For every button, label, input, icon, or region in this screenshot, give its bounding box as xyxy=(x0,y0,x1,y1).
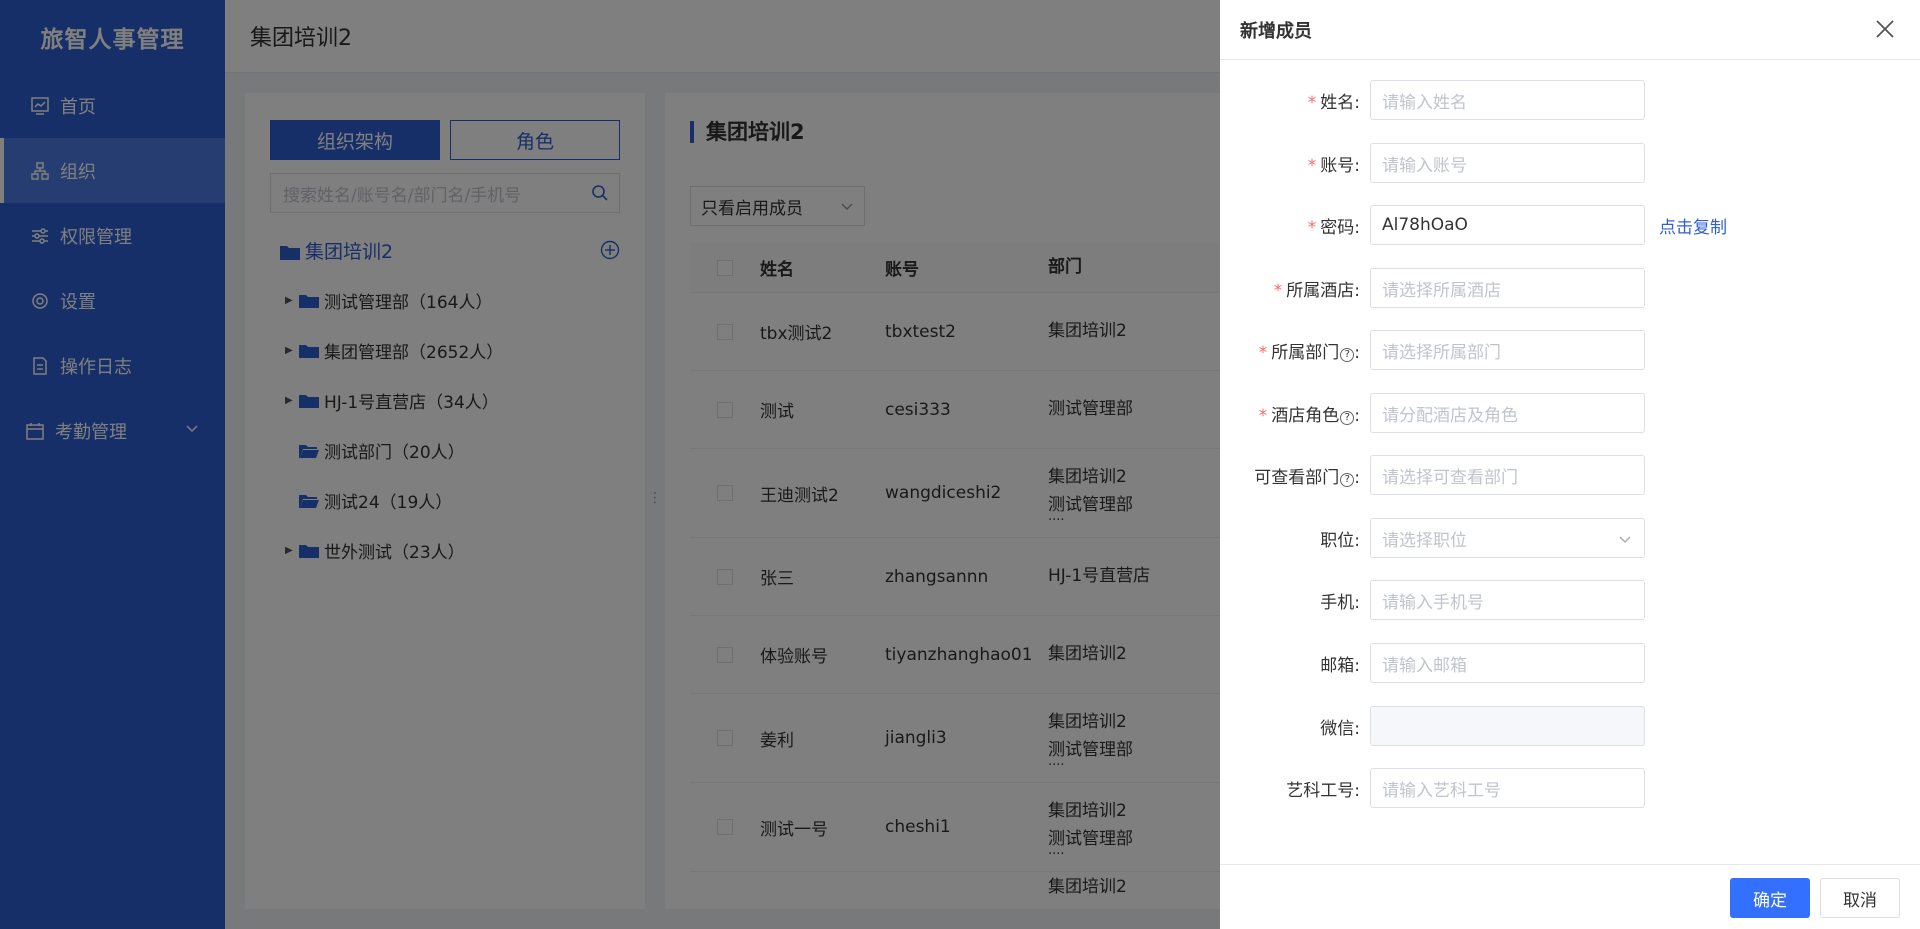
field-label: 可查看部门 xyxy=(1254,467,1340,488)
form-row-account: * 账号: 请输入账号 xyxy=(1220,143,1920,183)
required-mark: * xyxy=(1307,217,1317,238)
required-mark: * xyxy=(1258,342,1268,363)
input-placeholder: 请选择所属酒店 xyxy=(1382,280,1501,301)
input-placeholder: 请选择所属部门 xyxy=(1382,342,1501,363)
form-row-hotel: * 所属酒店: 请选择所属酒店 xyxy=(1220,268,1920,308)
form-row-phone: 手机: 请输入手机号 xyxy=(1220,580,1920,620)
account-input[interactable]: 请输入账号 xyxy=(1370,143,1645,183)
field-label: 手机: xyxy=(1320,592,1360,613)
yike-id-input[interactable]: 请输入艺科工号 xyxy=(1370,768,1645,808)
position-select[interactable]: 请选择职位 xyxy=(1370,518,1645,558)
form-row-password: * 密码: Al78hOaO 点击复制 xyxy=(1220,205,1920,245)
field-label: 所属部门 xyxy=(1271,342,1340,363)
input-value: Al78hOaO xyxy=(1382,215,1468,235)
chevron-down-icon xyxy=(1618,532,1632,552)
form-row-name: * 姓名: 请输入姓名 xyxy=(1220,80,1920,120)
drawer-title: 新增成员 xyxy=(1220,0,1920,60)
name-input[interactable]: 请输入姓名 xyxy=(1370,80,1645,120)
phone-input[interactable]: 请输入手机号 xyxy=(1370,580,1645,620)
input-placeholder: 请输入邮箱 xyxy=(1382,655,1467,676)
form-row-yike: 艺科工号: 请输入艺科工号 xyxy=(1220,768,1920,808)
input-placeholder: 请选择职位 xyxy=(1382,530,1467,551)
add-member-drawer: 新增成员 * 姓名: 请输入姓名 * 账号: 请输入账号 * 密码: Al78hOaO… xyxy=(1220,0,1920,929)
hotel-select[interactable]: 请选择所属酒店 xyxy=(1370,268,1645,308)
field-label: 微信: xyxy=(1320,718,1360,739)
close-icon[interactable] xyxy=(1874,18,1896,40)
form-row-email: 邮箱: 请输入邮箱 xyxy=(1220,643,1920,683)
input-placeholder: 请输入账号 xyxy=(1382,155,1467,176)
field-label: 职位: xyxy=(1320,530,1360,551)
required-mark: * xyxy=(1307,155,1317,176)
field-label: 邮箱: xyxy=(1320,655,1360,676)
hotel-role-select[interactable]: 请分配酒店及角色 xyxy=(1370,393,1645,433)
copy-password-link[interactable]: 点击复制 xyxy=(1659,213,1727,238)
dept-select[interactable]: 请选择所属部门 xyxy=(1370,330,1645,370)
input-placeholder: 请分配酒店及角色 xyxy=(1382,405,1518,426)
form-row-role: * 酒店角色?: 请分配酒店及角色 xyxy=(1220,393,1920,433)
input-placeholder: 请选择可查看部门 xyxy=(1382,467,1518,488)
form-row-wechat: 微信: xyxy=(1220,706,1920,746)
drawer-footer: 确定 取消 xyxy=(1220,864,1920,929)
field-label: 艺科工号: xyxy=(1286,780,1360,801)
required-mark: * xyxy=(1273,280,1283,301)
help-icon[interactable]: ? xyxy=(1340,410,1355,425)
field-label: 酒店角色 xyxy=(1271,405,1340,426)
email-input[interactable]: 请输入邮箱 xyxy=(1370,643,1645,683)
required-mark: * xyxy=(1258,405,1268,426)
viewable-dept-select[interactable]: 请选择可查看部门 xyxy=(1370,455,1645,495)
help-icon[interactable]: ? xyxy=(1340,472,1355,487)
field-label: 账号: xyxy=(1320,155,1360,176)
input-placeholder: 请输入艺科工号 xyxy=(1382,780,1501,801)
required-mark: * xyxy=(1307,92,1317,113)
form-row-viewdept: 可查看部门?: 请选择可查看部门 xyxy=(1220,455,1920,495)
input-placeholder: 请输入姓名 xyxy=(1382,92,1467,113)
input-placeholder: 请输入手机号 xyxy=(1382,592,1484,613)
field-label: 姓名: xyxy=(1320,92,1360,113)
cancel-button[interactable]: 取消 xyxy=(1820,878,1900,918)
password-input[interactable]: Al78hOaO xyxy=(1370,205,1645,245)
form-row-position: 职位: 请选择职位 xyxy=(1220,518,1920,558)
field-label: 密码: xyxy=(1320,217,1360,238)
confirm-button[interactable]: 确定 xyxy=(1730,878,1810,918)
wechat-input xyxy=(1370,706,1645,746)
help-icon[interactable]: ? xyxy=(1340,347,1355,362)
field-label: 所属酒店: xyxy=(1286,280,1360,301)
form-row-dept: * 所属部门?: 请选择所属部门 xyxy=(1220,330,1920,370)
